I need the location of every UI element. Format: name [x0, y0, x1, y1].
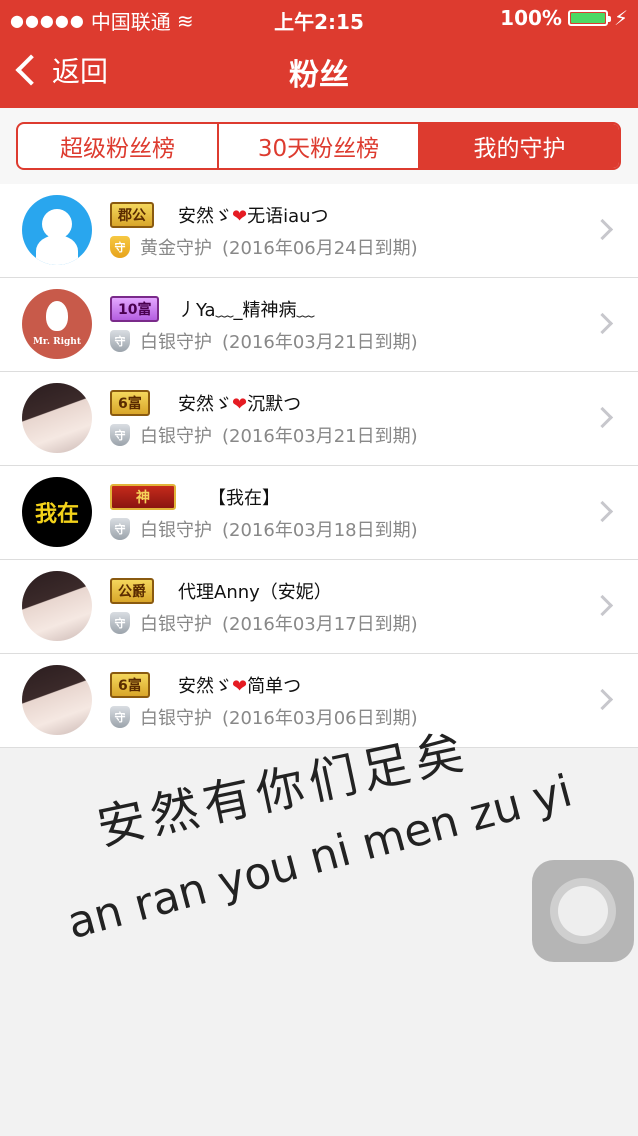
guard-expiry: (2016年06月24日到期): [222, 238, 418, 259]
guard-expiry: (2016年03月21日到期): [222, 332, 418, 353]
guard-info: 守 白银守护 (2016年03月18日到期): [110, 516, 418, 542]
heart-icon: ❤: [232, 206, 248, 227]
user-name: 安然ゞ❤简单つ: [178, 672, 301, 698]
guard-type: 白银守护: [140, 520, 212, 541]
assistive-touch-center-icon: [558, 886, 608, 936]
guard-type: 白银守护: [140, 332, 212, 353]
silver-shield-icon: 守: [110, 612, 130, 634]
avatar: [22, 571, 92, 641]
list-item[interactable]: 6富 安然ゞ❤沉默つ 守 白银守护 (2016年03月21日到期): [0, 372, 638, 466]
user-name: 安然ゞ❤沉默つ: [178, 390, 301, 416]
list-item[interactable]: 郡公 安然ゞ❤无语iauつ 守 黄金守护 (2016年06月24日到期): [0, 184, 638, 278]
assistive-touch-button[interactable]: [532, 860, 634, 962]
chevron-right-icon: [591, 594, 614, 617]
guard-type: 白银守护: [140, 708, 212, 729]
name-part: 无语iauつ: [247, 206, 329, 227]
list-item[interactable]: 我在 神 【我在】 守 白银守护 (2016年03月18日到期): [0, 466, 638, 560]
guard-type: 黄金守护: [140, 238, 212, 259]
chevron-right-icon: [591, 406, 614, 429]
name-part: 沉默つ: [247, 394, 302, 415]
silver-shield-icon: 守: [110, 330, 130, 352]
silver-shield-icon: 守: [110, 706, 130, 728]
tab-my-guard[interactable]: 我的守护: [420, 124, 619, 168]
guard-info: 守 白银守护 (2016年03月21日到期): [110, 328, 418, 354]
tab-super-fans[interactable]: 超级粉丝榜: [18, 124, 219, 168]
chevron-right-icon: [591, 500, 614, 523]
avatar: [22, 383, 92, 453]
guard-expiry: (2016年03月21日到期): [222, 426, 418, 447]
name-part: 安然ゞ: [178, 206, 232, 227]
navigation-bar: 返回 粉丝: [0, 36, 638, 108]
segmented-control: 超级粉丝榜 30天粉丝榜 我的守护: [16, 122, 621, 170]
heart-icon: ❤: [232, 676, 248, 697]
user-name: 【我在】: [208, 484, 280, 510]
guard-info: 守 黄金守护 (2016年06月24日到期): [110, 234, 418, 260]
chevron-right-icon: [591, 218, 614, 241]
avatar-text: Mr. Right: [32, 337, 82, 347]
rank-badge: 6富: [110, 390, 150, 416]
status-right: 100% ⚡: [500, 6, 628, 30]
rank-badge: 10富: [110, 296, 160, 322]
chevron-right-icon: [591, 688, 614, 711]
heart-icon: ❤: [232, 394, 248, 415]
charging-icon: ⚡: [613, 6, 628, 30]
avatar: [22, 195, 92, 265]
avatar: 我在: [22, 477, 92, 547]
tab-30day-fans[interactable]: 30天粉丝榜: [219, 124, 420, 168]
guard-info: 守 白银守护 (2016年03月21日到期): [110, 422, 418, 448]
guard-type: 白银守护: [140, 426, 212, 447]
avatar: Mr. Right: [22, 289, 92, 359]
status-bar: ●●●●● 中国联通 ≋ 上午2:15 100% ⚡: [0, 0, 638, 36]
guard-info: 守 白银守护 (2016年03月06日到期): [110, 704, 418, 730]
silver-shield-icon: 守: [110, 424, 130, 446]
name-part: 安然ゞ: [178, 394, 232, 415]
guard-expiry: (2016年03月18日到期): [222, 520, 418, 541]
user-name: 丿Ya﹏_精神病﹏: [178, 296, 315, 322]
silver-shield-icon: 守: [110, 518, 130, 540]
guard-type: 白银守护: [140, 614, 212, 635]
rank-badge: 郡公: [110, 202, 154, 228]
battery-icon: [567, 10, 611, 26]
list-item[interactable]: 6富 安然ゞ❤简单つ 守 白银守护 (2016年03月06日到期): [0, 654, 638, 748]
name-part: 安然ゞ: [178, 676, 232, 697]
page-title: 粉丝: [289, 58, 349, 93]
rank-badge: 公爵: [110, 578, 154, 604]
rank-badge: 6富: [110, 672, 150, 698]
list-item[interactable]: Mr. Right 10富 丿Ya﹏_精神病﹏ 守 白银守护 (2016年03月…: [0, 278, 638, 372]
list-item[interactable]: 公爵 代理Anny（安妮） 守 白银守护 (2016年03月17日到期): [0, 560, 638, 654]
name-part: 简单つ: [247, 676, 302, 697]
guard-list: 郡公 安然ゞ❤无语iauつ 守 黄金守护 (2016年06月24日到期) Mr.…: [0, 184, 638, 748]
chevron-right-icon: [591, 312, 614, 335]
gold-shield-icon: 守: [110, 236, 130, 258]
battery-label: 100%: [500, 6, 562, 30]
rank-badge: 神: [110, 484, 176, 510]
name-part: 【我在】: [208, 488, 280, 509]
name-part: 代理Anny（安妮）: [178, 582, 332, 603]
segment-bar: 超级粉丝榜 30天粉丝榜 我的守护: [0, 108, 638, 185]
name-part: 丿Ya﹏_精神病﹏: [178, 300, 315, 321]
user-name: 代理Anny（安妮）: [178, 578, 332, 604]
user-name: 安然ゞ❤无语iauつ: [178, 202, 329, 228]
guard-info: 守 白银守护 (2016年03月17日到期): [110, 610, 418, 636]
avatar: [22, 665, 92, 735]
guard-expiry: (2016年03月17日到期): [222, 614, 418, 635]
